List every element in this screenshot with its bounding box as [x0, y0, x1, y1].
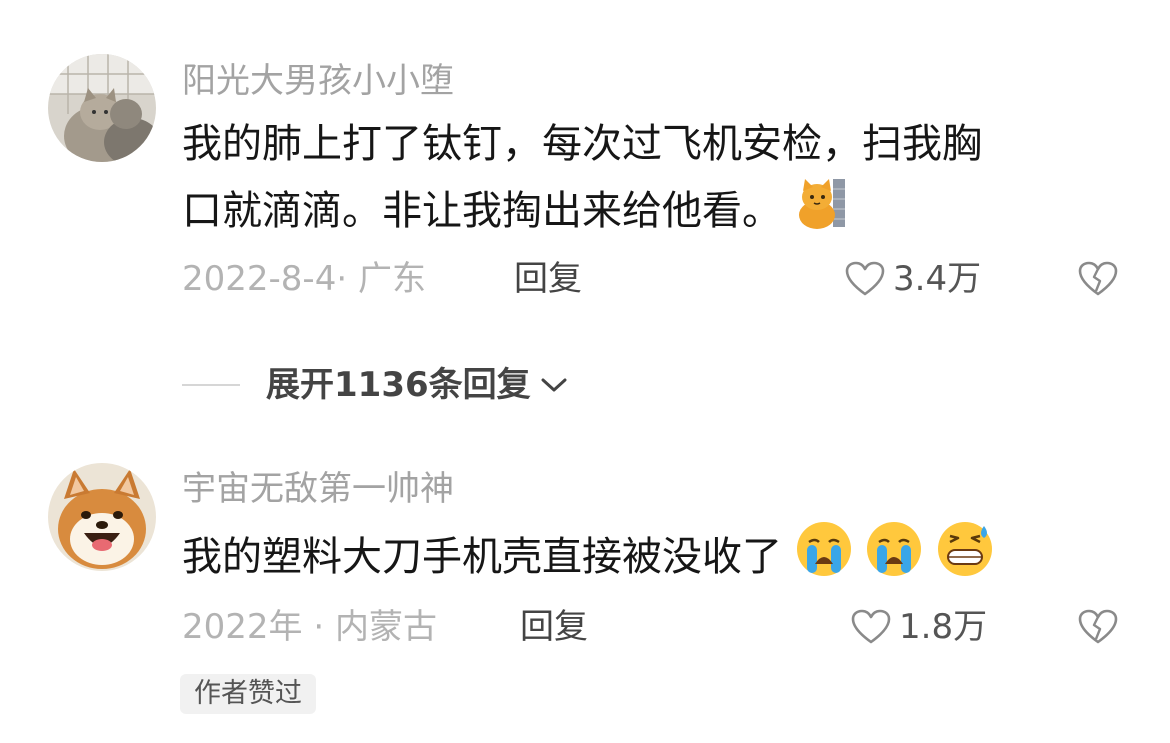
reply-button[interactable]: 回复: [514, 259, 582, 299]
expand-replies-button[interactable]: 展开1136条回复: [182, 365, 569, 405]
grinning-sweat-emoji-icon: [936, 520, 994, 598]
heart-icon: [851, 609, 891, 644]
comment-text-line: 我的塑料大刀手机壳直接被没收了: [182, 534, 782, 580]
cat-avatar-icon: [48, 54, 156, 162]
broken-heart-icon: [1078, 609, 1118, 644]
comment-text: 口就滴滴。非让我掏出来给他看。: [182, 177, 847, 249]
heart-icon: [845, 261, 885, 296]
avatar[interactable]: [48, 54, 156, 162]
author-liked-badge: 作者赞过: [180, 674, 316, 714]
username[interactable]: 宇宙无敌第一帅神: [182, 469, 454, 509]
dislike-button[interactable]: [1078, 261, 1118, 301]
username[interactable]: 阳光大男孩小小堕: [182, 61, 454, 101]
broken-heart-icon: [1078, 261, 1118, 296]
comment-meta: 2022-8-4· 广东: [182, 259, 426, 299]
comment-meta: 2022年 · 内蒙古: [182, 607, 437, 647]
dislike-button[interactable]: [1078, 609, 1118, 649]
like-count: 3.4万: [893, 259, 982, 299]
comment-text-line: 口就滴滴。非让我掏出来给他看。: [182, 188, 782, 234]
like-button[interactable]: 1.8万: [851, 607, 987, 647]
comment-text: 我的肺上打了钛钉，每次过飞机安检，扫我胸: [182, 111, 982, 177]
like-button[interactable]: 3.4万: [845, 259, 981, 299]
shiba-dog-avatar-icon: [48, 463, 156, 571]
crying-face-emoji-icon: [865, 520, 923, 598]
like-count: 1.8万: [899, 607, 988, 647]
avatar[interactable]: [48, 463, 156, 571]
crying-face-emoji-icon: [795, 520, 853, 598]
chevron-down-icon: [541, 378, 567, 392]
cat-behind-wall-emoji-icon: [795, 177, 847, 249]
divider: [182, 384, 240, 386]
comment-text: 我的塑料大刀手机壳直接被没收了: [182, 520, 994, 598]
comment-text-line: 我的肺上打了钛钉，每次过飞机安检，扫我胸: [182, 121, 982, 167]
expand-replies-label: 展开1136条回复: [266, 365, 531, 405]
reply-button[interactable]: 回复: [520, 607, 588, 647]
